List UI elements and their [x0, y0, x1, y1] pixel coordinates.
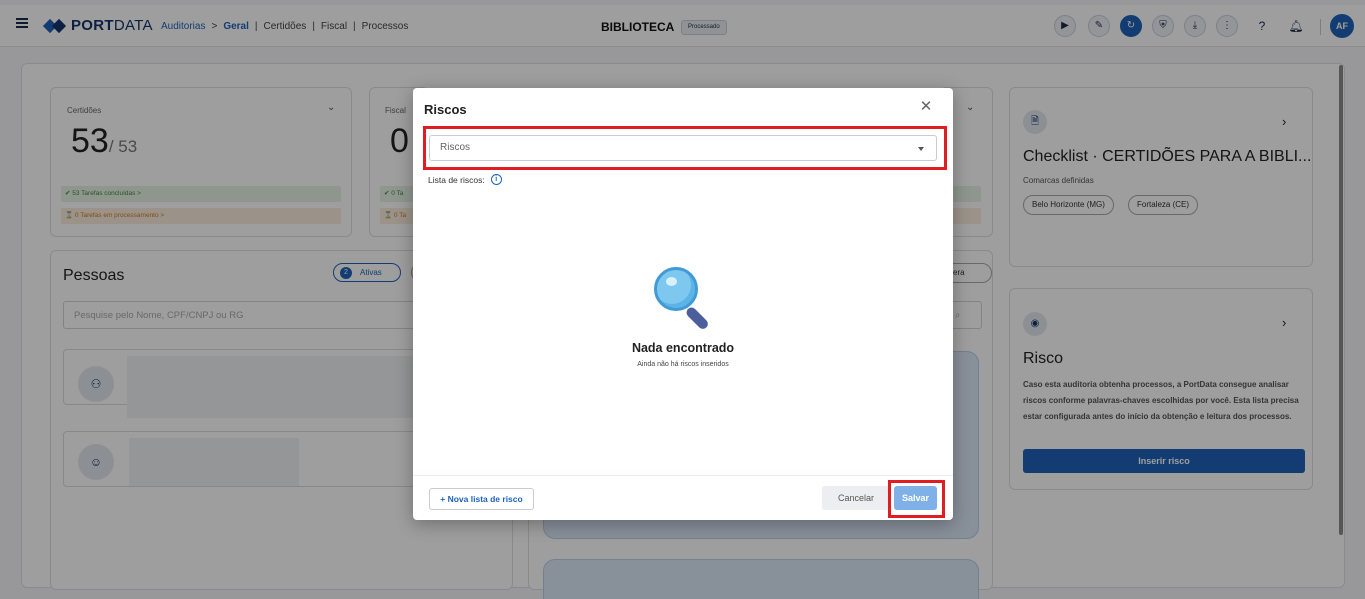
- info-icon[interactable]: i: [490, 174, 502, 185]
- modal-footer-divider: [413, 475, 953, 476]
- close-icon[interactable]: ✕: [919, 99, 933, 114]
- nova-lista-button[interactable]: + Nova lista de risco: [429, 488, 534, 510]
- cancel-button[interactable]: Cancelar: [822, 486, 890, 510]
- highlight-box-save: [888, 480, 945, 518]
- magnifier-lens: [654, 267, 698, 311]
- magnifier-icon: [654, 267, 714, 331]
- empty-state-subtitle: Ainda não há riscos inseridos: [637, 361, 729, 368]
- riscos-modal: Riscos ✕ Riscos Lista de riscos: i Nada …: [413, 88, 953, 520]
- highlight-box-dropdown: [423, 126, 947, 170]
- lista-riscos-text: Lista de riscos:: [428, 174, 485, 185]
- lista-riscos-label: Lista de riscos: i: [428, 174, 502, 185]
- magnifier-handle: [684, 305, 710, 331]
- empty-state-title: Nada encontrado: [631, 341, 735, 355]
- modal-title: Riscos: [424, 102, 467, 117]
